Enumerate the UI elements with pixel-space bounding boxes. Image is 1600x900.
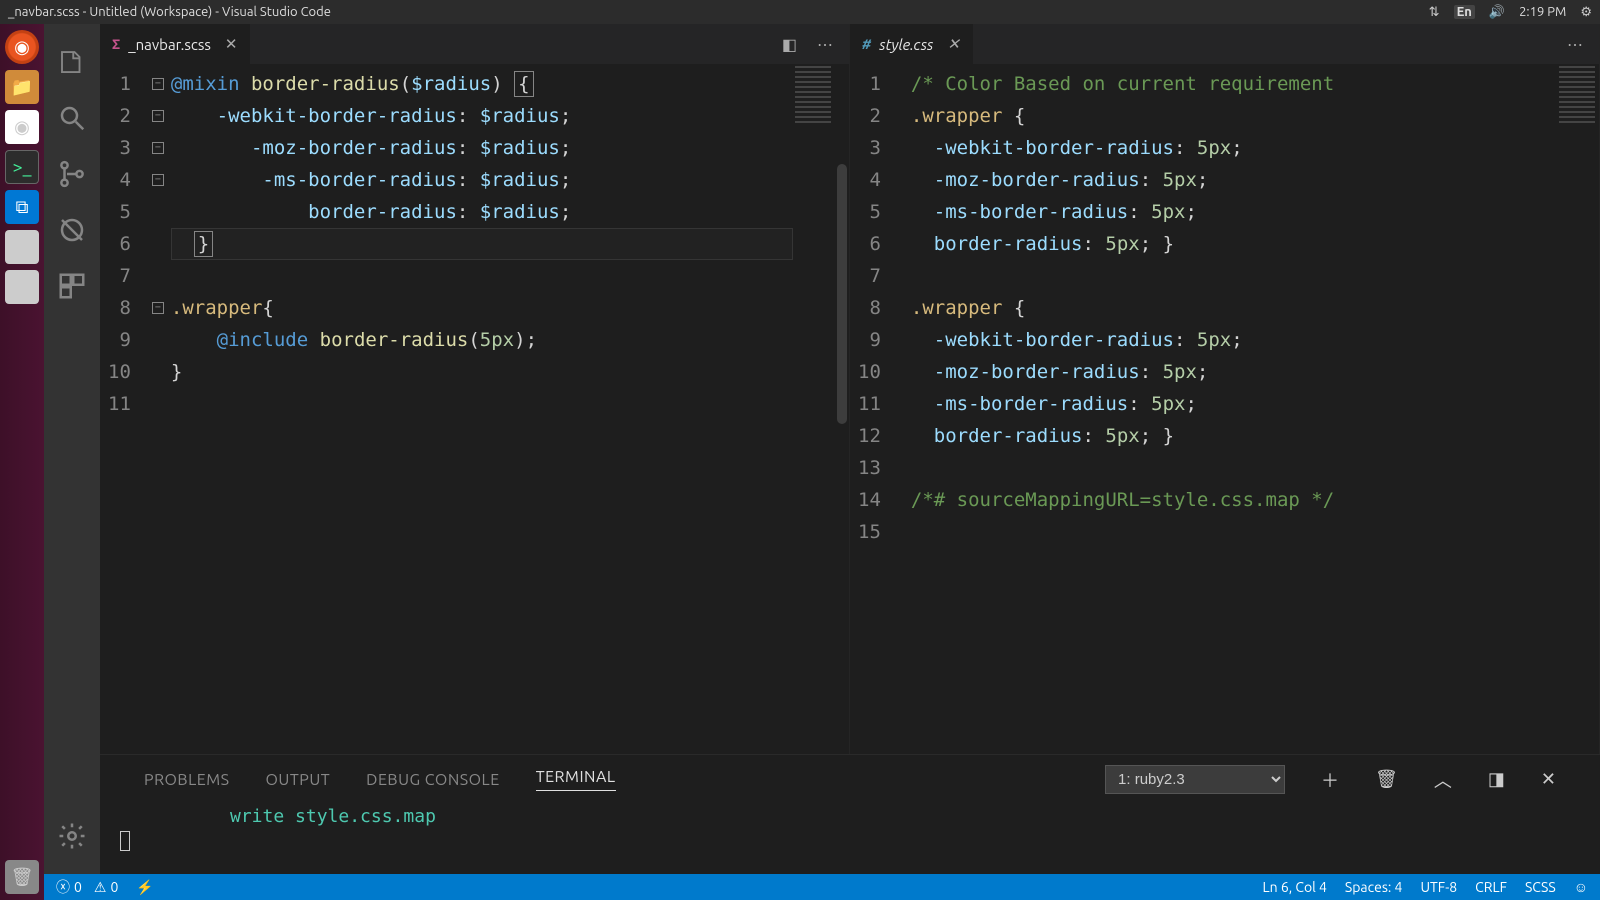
editor-pane-left: ʃ _navbar.scss ✕ ◧ ⋯ (100, 24, 850, 754)
terminal-line: write style.css.map (230, 806, 1556, 827)
status-indent[interactable]: Spaces: 4 (1345, 879, 1403, 895)
status-bar: ⓧ 0 ⚠ 0 ⚡ Ln 6, Col 4 Spaces: 4 UTF-8 CR… (44, 874, 1600, 900)
clock[interactable]: 2:19 PM (1519, 5, 1566, 19)
status-live-icon[interactable]: ⚡ (136, 879, 153, 896)
panel-maximize-icon[interactable]: ◨ (1488, 769, 1505, 790)
gear-icon[interactable]: ⚙ (1580, 5, 1592, 20)
panel-tab-output[interactable]: OUTPUT (266, 771, 331, 789)
keyboard-lang[interactable]: En (1454, 5, 1475, 19)
ubuntu-launcher: ◉ 📁 ◉ >_ ⧉ ⌵ ⌵ 🗑 (0, 24, 44, 900)
volume-icon[interactable]: 🔊 (1489, 5, 1505, 20)
explorer-icon[interactable] (44, 34, 100, 90)
scss-file-icon: ʃ (112, 36, 120, 52)
disk-icon[interactable]: ⌵ (5, 230, 39, 264)
panel-tab-terminal[interactable]: TERMINAL (536, 768, 616, 791)
kill-terminal-icon[interactable]: 🗑 (1375, 769, 1398, 790)
tab-label: style.css (879, 36, 933, 53)
debug-icon[interactable] (44, 202, 100, 258)
error-icon: ⓧ (56, 877, 70, 897)
files-icon[interactable]: 📁 (5, 70, 39, 104)
system-tray: ⇅ En 🔊 2:19 PM ⚙ (1429, 5, 1592, 20)
status-cursor-pos[interactable]: Ln 6, Col 4 (1263, 879, 1327, 895)
vscode-icon[interactable]: ⧉ (5, 190, 39, 224)
more-actions-icon[interactable]: ⋯ (817, 35, 833, 54)
panel-up-icon[interactable]: ︿ (1434, 767, 1452, 793)
settings-gear-icon[interactable] (44, 808, 100, 864)
status-eol[interactable]: CRLF (1475, 879, 1507, 895)
code-editor-right[interactable]: 123456789101112131415 /* Color Based on … (850, 64, 1599, 754)
extensions-icon[interactable] (44, 258, 100, 314)
css-file-icon: # (862, 36, 871, 52)
status-feedback-icon[interactable]: ☺ (1574, 879, 1588, 895)
tab-bar-right: # style.css ✕ ⋯ (850, 24, 1599, 64)
terminal-cursor (120, 831, 130, 851)
search-icon[interactable] (44, 90, 100, 146)
editor-pane-right: # style.css ✕ ⋯ 1234567891011121 (850, 24, 1600, 754)
new-terminal-icon[interactable]: ＋ (1321, 767, 1339, 793)
close-icon[interactable]: ✕ (225, 35, 238, 53)
status-encoding[interactable]: UTF-8 (1420, 879, 1457, 895)
minimap[interactable] (793, 64, 835, 754)
chrome-icon[interactable]: ◉ (5, 110, 39, 144)
trash-icon[interactable]: 🗑 (5, 860, 39, 894)
tab-navbar-scss[interactable]: ʃ _navbar.scss ✕ (100, 24, 250, 64)
terminal-output[interactable]: write style.css.map (100, 804, 1600, 874)
window-title: _navbar.scss - Untitled (Workspace) - Vi… (8, 5, 1429, 19)
warning-icon: ⚠ (94, 879, 107, 896)
panel-tab-debug-console[interactable]: DEBUG CONSOLE (366, 771, 500, 789)
code-editor-left[interactable]: 1234567891011 −−−−− @mixin border-radius… (100, 64, 849, 754)
bottom-panel: PROBLEMS OUTPUT DEBUG CONSOLE TERMINAL 1… (100, 754, 1600, 874)
panel-tab-problems[interactable]: PROBLEMS (144, 771, 230, 789)
close-icon[interactable]: ✕ (947, 35, 960, 53)
status-lang[interactable]: SCSS (1525, 879, 1556, 895)
vscode-window: ʃ _navbar.scss ✕ ◧ ⋯ (44, 24, 1600, 900)
panel-close-icon[interactable]: ✕ (1541, 769, 1556, 790)
minimap[interactable] (1557, 64, 1599, 754)
ubuntu-dash-icon[interactable]: ◉ (5, 30, 39, 64)
tab-bar-left: ʃ _navbar.scss ✕ ◧ ⋯ (100, 24, 849, 64)
source-control-icon[interactable] (44, 146, 100, 202)
disk2-icon[interactable]: ⌵ (5, 270, 39, 304)
more-actions-icon[interactable]: ⋯ (1567, 35, 1583, 54)
network-icon[interactable]: ⇅ (1429, 5, 1440, 20)
status-errors[interactable]: ⓧ 0 ⚠ 0 (56, 877, 118, 897)
scrollbar[interactable] (835, 64, 849, 754)
ubuntu-menubar: _navbar.scss - Untitled (Workspace) - Vi… (0, 0, 1600, 24)
terminal-icon[interactable]: >_ (5, 150, 39, 184)
tab-label: _navbar.scss (128, 36, 211, 53)
tab-style-css[interactable]: # style.css ✕ (850, 24, 973, 64)
terminal-selector[interactable]: 1: ruby2.3 (1105, 765, 1285, 794)
activity-bar (44, 24, 100, 874)
split-editor-icon[interactable]: ◧ (782, 35, 797, 54)
